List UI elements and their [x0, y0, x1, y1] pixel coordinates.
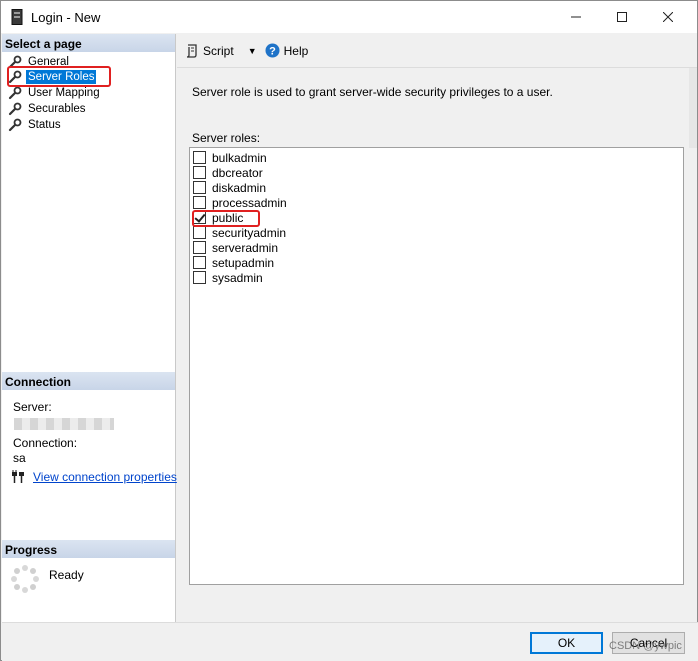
role-checkbox[interactable]: [193, 151, 206, 164]
connection-header: Connection: [2, 372, 175, 390]
role-checkbox[interactable]: [193, 196, 206, 209]
login-window: Login - New Select a page General Server…: [0, 0, 698, 661]
progress-status: Ready: [49, 568, 84, 582]
wrench-icon: [8, 102, 22, 116]
connection-value: sa: [13, 451, 26, 465]
page-item-user-mapping[interactable]: User Mapping: [8, 85, 102, 101]
right-pane: Script ▼ ? Help Server role is used to g…: [177, 34, 697, 622]
role-checkbox[interactable]: [193, 241, 206, 254]
server-roles-label: Server roles:: [192, 131, 261, 145]
help-label: Help: [283, 43, 309, 58]
window-title: Login - New: [31, 10, 101, 25]
role-label: processadmin: [212, 195, 287, 210]
select-page-header: Select a page: [2, 34, 175, 52]
highlight-box-server-roles: [7, 66, 111, 87]
role-checkbox[interactable]: [193, 181, 206, 194]
role-checkbox[interactable]: [193, 226, 206, 239]
role-label: sysadmin: [212, 270, 263, 285]
server-roles-list: bulkadmin dbcreator diskadmin processadm…: [189, 147, 684, 585]
left-pane: Select a page General Server Roles User …: [2, 34, 177, 622]
server-value-redacted: [14, 418, 114, 430]
minimize-icon: [571, 16, 581, 18]
help-button[interactable]: ? Help: [265, 43, 309, 58]
role-item-processadmin[interactable]: processadmin: [193, 195, 287, 210]
view-connection-properties[interactable]: View connection properties: [10, 470, 177, 484]
page-item-securables[interactable]: Securables: [8, 101, 88, 117]
role-label: securityadmin: [212, 225, 287, 240]
help-icon: ?: [265, 43, 280, 58]
wrench-icon: [8, 86, 22, 100]
script-button[interactable]: Script: [185, 44, 234, 58]
title-bar[interactable]: Login - New: [1, 1, 697, 33]
role-item-setupadmin[interactable]: setupadmin: [193, 255, 274, 270]
minimize-button[interactable]: [553, 1, 599, 33]
role-item-sysadmin[interactable]: sysadmin: [193, 270, 263, 285]
role-item-dbcreator[interactable]: dbcreator: [193, 165, 263, 180]
maximize-icon: [617, 12, 627, 22]
role-label: setupadmin: [212, 255, 275, 270]
progress-spinner-icon: [11, 565, 39, 593]
page-item-label: Securables: [28, 103, 86, 115]
page-item-label: User Mapping: [28, 87, 100, 99]
role-checkbox[interactable]: [193, 271, 206, 284]
close-button[interactable]: [645, 1, 691, 33]
wrench-icon: [8, 118, 22, 132]
ok-button[interactable]: OK: [530, 632, 603, 654]
connection-plug-icon: [12, 470, 24, 483]
role-item-securityadmin[interactable]: securityadmin: [193, 225, 286, 240]
close-icon: [663, 12, 673, 22]
scrollbar[interactable]: [689, 68, 697, 148]
role-label: serveradmin: [212, 240, 279, 255]
page-item-label: Status: [28, 119, 61, 131]
role-checkbox[interactable]: [193, 256, 206, 269]
script-dropdown-icon[interactable]: ▼: [248, 46, 257, 56]
role-label: dbcreator: [212, 165, 263, 180]
script-icon: [186, 43, 197, 58]
maximize-button[interactable]: [599, 1, 645, 33]
role-label: bulkadmin: [212, 150, 267, 165]
script-label: Script: [203, 43, 234, 58]
dialog-footer: OK Cancel: [2, 622, 698, 661]
role-item-bulkadmin[interactable]: bulkadmin: [193, 150, 267, 165]
role-item-diskadmin[interactable]: diskadmin: [193, 180, 266, 195]
view-connection-link[interactable]: View connection properties: [33, 470, 177, 484]
connection-label: Connection:: [13, 436, 78, 450]
progress-header: Progress: [2, 540, 175, 558]
server-label: Server:: [13, 400, 52, 414]
role-checkbox[interactable]: [193, 166, 206, 179]
svg-text:?: ?: [269, 46, 276, 58]
role-label: diskadmin: [212, 180, 267, 195]
highlight-box-public: [192, 210, 260, 227]
page-item-status[interactable]: Status: [8, 117, 63, 133]
server-icon: [11, 9, 23, 25]
watermark: CSDN @ywpic: [609, 640, 682, 652]
page-description: Server role is used to grant server-wide…: [192, 85, 553, 99]
role-item-serveradmin[interactable]: serveradmin: [193, 240, 278, 255]
toolbar: Script ▼ ? Help: [177, 34, 697, 68]
